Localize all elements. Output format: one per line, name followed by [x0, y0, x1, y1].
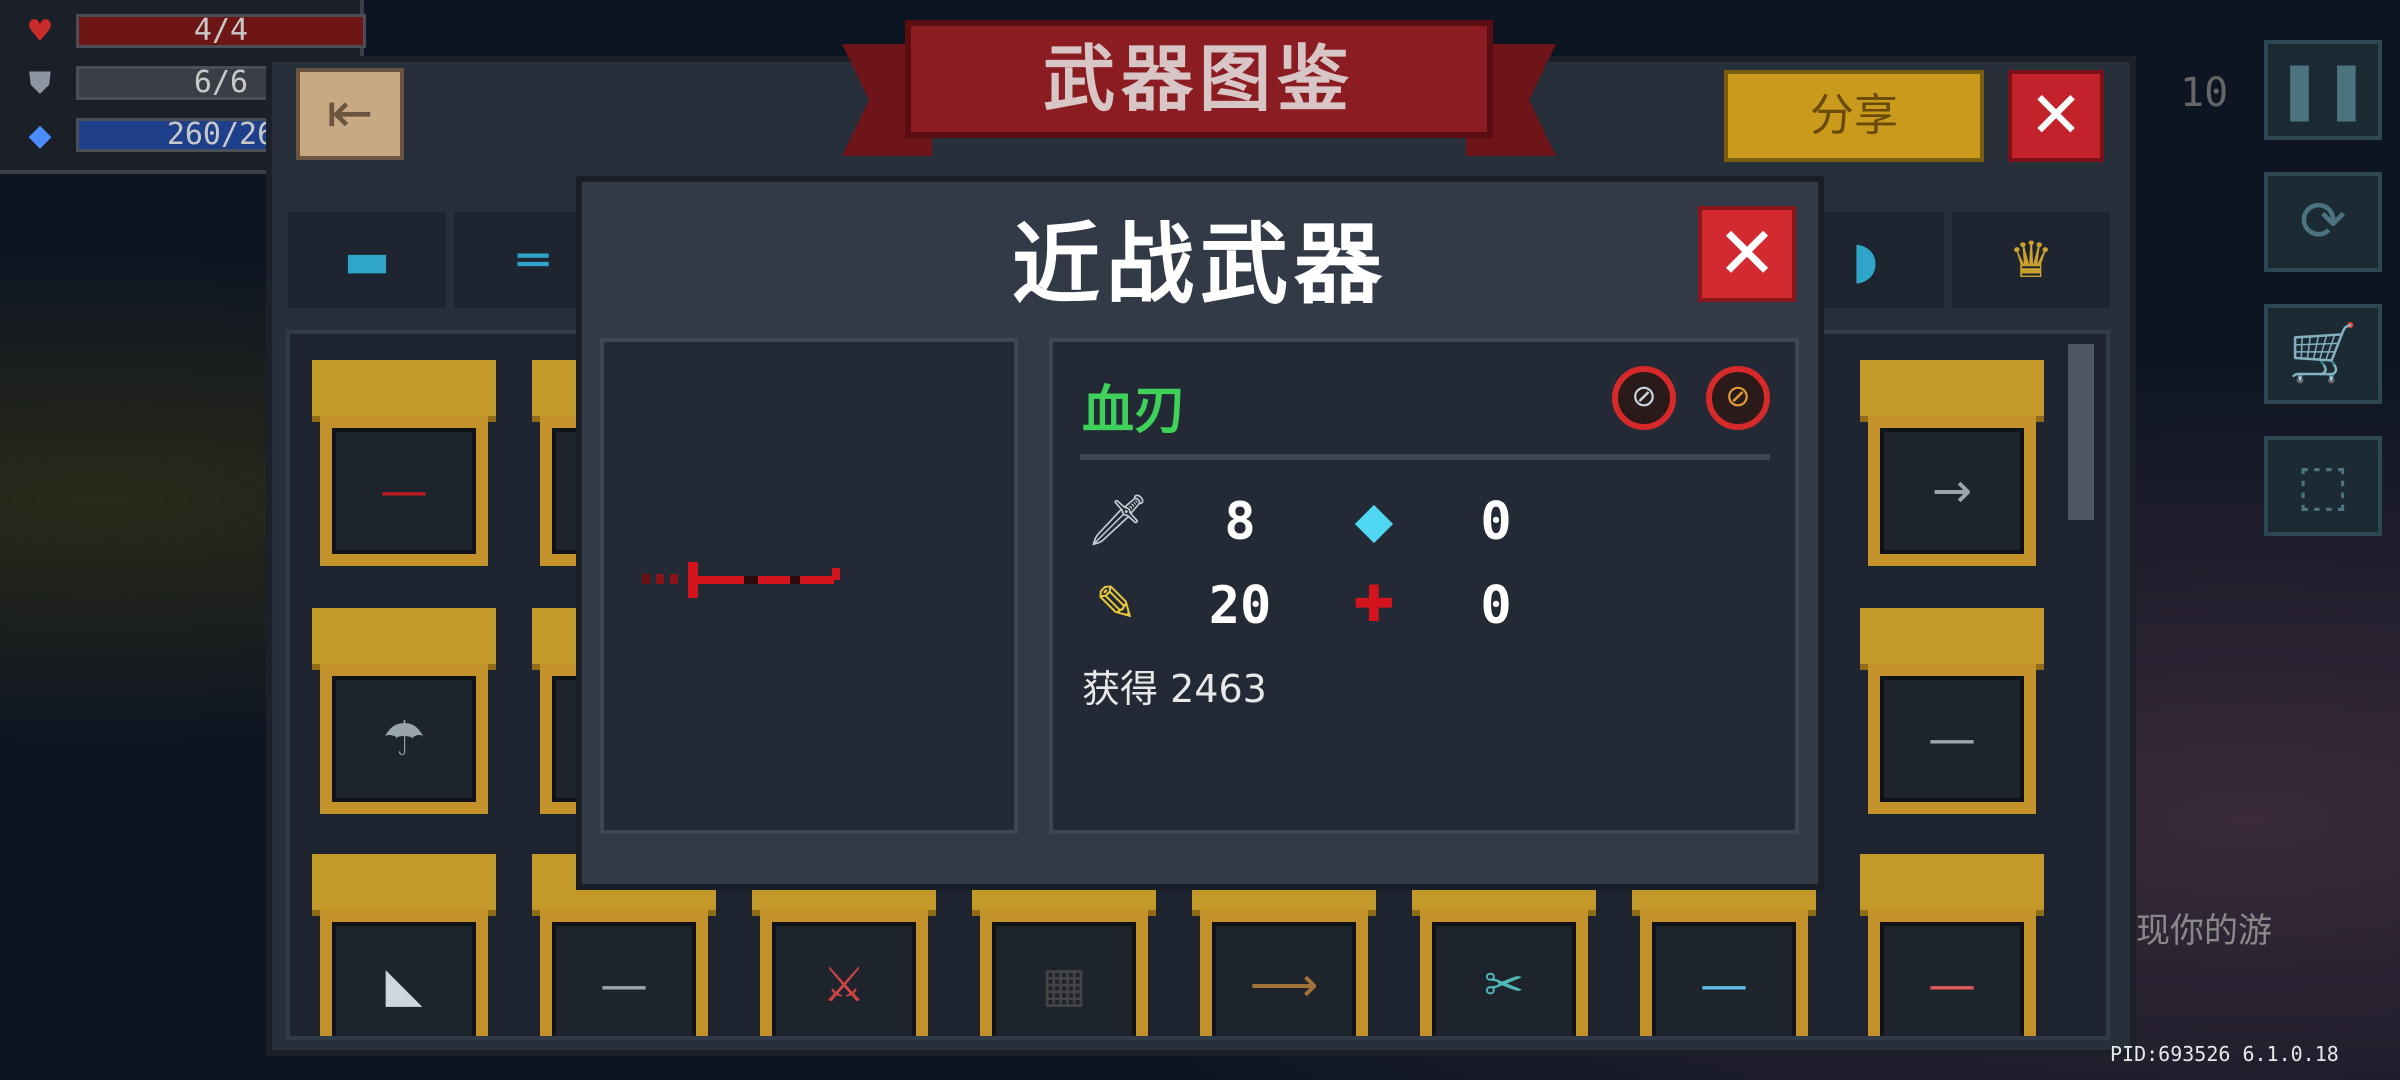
- ice-sword-icon: —: [1652, 922, 1796, 1036]
- skill-icon: ⬚: [2296, 453, 2350, 518]
- weapon-preview: [600, 338, 1018, 834]
- spear-icon: →: [1880, 428, 2024, 554]
- cleaver-icon: ◣: [332, 922, 476, 1036]
- fish-icon: ◗: [1851, 231, 1879, 289]
- obtained-label: 获得: [1082, 667, 1159, 711]
- back-button[interactable]: ⇤: [296, 68, 404, 160]
- book-title: 武器图鉴: [1042, 37, 1355, 121]
- skill-button[interactable]: ⬚: [2264, 436, 2382, 536]
- blade-icon: —: [332, 428, 476, 554]
- energy-crystal-icon: ◆: [1354, 491, 1394, 549]
- scythe-icon: ☂: [332, 676, 476, 802]
- obtained-number: 2463: [1170, 667, 1267, 711]
- weapon-slot[interactable]: —: [1860, 608, 2044, 818]
- crosshair-icon: ✚: [1353, 575, 1395, 633]
- close-modal-button[interactable]: ✕: [1698, 206, 1796, 302]
- player-id-version: PID:693526 6.1.0.18: [2110, 1042, 2339, 1066]
- critical-value: 20: [1208, 576, 1272, 636]
- no-magazine-icon: ⊘: [1612, 366, 1676, 430]
- rifle-icon: ═: [517, 231, 549, 289]
- pause-button[interactable]: ❚❚: [2264, 40, 2382, 140]
- back-arrow-icon: ⇤: [326, 81, 374, 146]
- light-saber-icon: —: [1880, 922, 2024, 1036]
- hp-row: ♥ 4/4: [20, 12, 366, 52]
- weapon-name: 血刃: [1082, 381, 1187, 441]
- weapon-slot[interactable]: —: [312, 360, 496, 570]
- modal-title: 近战武器: [1011, 213, 1388, 316]
- saw-icon: ✂: [1432, 922, 1576, 1036]
- weapon-slot[interactable]: ☂: [312, 608, 496, 818]
- swap-icon: ⟳: [2299, 189, 2347, 254]
- shield-icon: ⛊: [28, 66, 52, 101]
- knife-icon: ⟶: [1212, 922, 1356, 1036]
- info-divider: [1080, 454, 1770, 460]
- pistol-icon: ▬: [343, 231, 391, 289]
- share-button[interactable]: 分享: [1724, 70, 1984, 162]
- energy-gem-icon: ◆: [28, 118, 52, 153]
- dagger-icon: ⚔: [772, 922, 916, 1036]
- no-ammo-icon: ⊘: [1706, 366, 1770, 430]
- shop-button[interactable]: 🛒: [2264, 304, 2382, 404]
- staff-icon: —: [552, 922, 696, 1036]
- close-book-button[interactable]: ✕: [2008, 70, 2104, 162]
- background-hint-text: 现你的游: [2136, 911, 2272, 951]
- spread-value: 0: [1480, 576, 1512, 636]
- crown-icon: ♛: [2008, 231, 2054, 289]
- coin-counter: 10: [2180, 70, 2229, 116]
- weapon-slot[interactable]: ◣: [312, 854, 496, 1036]
- obtained-count: 获得 2463: [1082, 658, 1267, 713]
- dark-weapon-icon: ▦: [992, 922, 1136, 1036]
- weapon-slot[interactable]: —: [1860, 854, 2044, 1036]
- energy-cost-value: 0: [1480, 492, 1512, 552]
- cart-icon: 🛒: [2288, 321, 2358, 386]
- tab-pistol[interactable]: ▬: [288, 212, 446, 308]
- heart-icon: ♥: [26, 14, 54, 49]
- weapon-slot[interactable]: →: [1860, 360, 2044, 570]
- hp-value: 4/4: [193, 13, 249, 48]
- critical-icon: ✎: [1095, 575, 1137, 633]
- pause-icon: ❚❚: [2276, 57, 2370, 122]
- swap-weapon-button[interactable]: ⟳: [2264, 172, 2382, 272]
- sword-damage-icon: 🗡: [1086, 491, 1150, 549]
- tab-special[interactable]: ♛: [1952, 212, 2110, 308]
- sword-icon: —: [1880, 676, 2024, 802]
- blood-blade-icon: [642, 562, 840, 598]
- attack-value: 8: [1224, 492, 1256, 552]
- grid-scrollbar[interactable]: [2068, 344, 2094, 520]
